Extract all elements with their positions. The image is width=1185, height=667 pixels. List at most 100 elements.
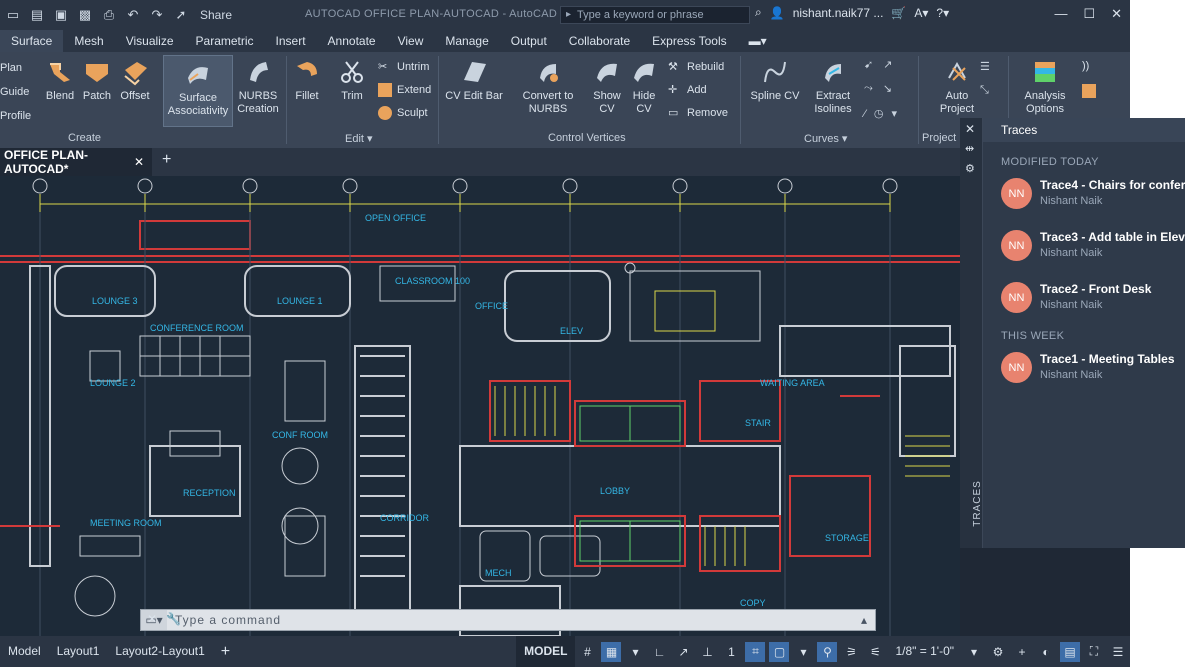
tab-manage[interactable]: Manage xyxy=(434,30,499,52)
annotation-auto-icon[interactable]: ⚟ xyxy=(865,642,885,662)
patch-button[interactable]: Patch xyxy=(80,58,114,103)
plus-icon[interactable]: + xyxy=(1012,642,1032,662)
dropdown-icon[interactable]: ▾ xyxy=(793,642,813,662)
surface-associativity-button[interactable]: Surface Associativity xyxy=(163,55,233,127)
auto-hide-icon[interactable]: ⇹ xyxy=(965,142,974,155)
curve-tool-icon[interactable]: ↗ xyxy=(883,58,892,71)
tab-collaborate[interactable]: Collaborate xyxy=(558,30,641,52)
model-layout-tab[interactable]: Model xyxy=(0,636,49,667)
object-snap-icon[interactable]: ⌗ xyxy=(745,641,766,662)
grid-icon[interactable]: # xyxy=(577,642,597,662)
profile-button[interactable]: Profile xyxy=(0,110,31,122)
layout2-tab[interactable]: Layout2-Layout1 xyxy=(107,636,212,667)
trace-item[interactable]: NN Trace4 - Chairs for conference Nishan… xyxy=(983,168,1185,220)
redo-icon[interactable]: ↷ xyxy=(148,6,166,24)
tab-annotate[interactable]: Annotate xyxy=(317,30,387,52)
snap-dropdown-icon[interactable]: ▾ xyxy=(625,642,645,662)
gear-icon[interactable]: ⚙ xyxy=(988,642,1008,662)
remove-cv-button[interactable]: ▭ Remove xyxy=(668,106,728,120)
save-icon[interactable]: ▣ xyxy=(52,6,70,24)
maximize-icon[interactable]: ☐ xyxy=(1083,6,1095,22)
visibility-icon[interactable]: ⚞ xyxy=(841,642,861,662)
extend-button[interactable]: Extend xyxy=(378,83,431,97)
sculpt-button[interactable]: Sculpt xyxy=(378,106,428,120)
trace-item[interactable]: NN Trace3 - Add table in Elevator Nishan… xyxy=(983,220,1185,272)
close-icon[interactable]: ✕ xyxy=(1111,6,1122,22)
show-cv-button[interactable]: Show CV xyxy=(588,58,626,116)
annotation-icon[interactable]: ▢ xyxy=(769,641,790,662)
count-value[interactable]: 1 xyxy=(721,642,741,662)
annotation-scale-value[interactable]: 1/8" = 1'-0" xyxy=(887,636,962,667)
blend-button[interactable]: Blend xyxy=(40,58,80,103)
auto-project-button[interactable]: Auto Project xyxy=(938,58,976,116)
share-button[interactable]: Share xyxy=(200,8,232,22)
untrim-button[interactable]: ✂ Untrim xyxy=(378,60,429,74)
open-file-icon[interactable]: ▤ xyxy=(28,6,46,24)
command-expand-icon[interactable]: ▴ xyxy=(861,613,867,627)
curve-tool-icon[interactable]: ▾ xyxy=(891,107,897,120)
trim-button[interactable]: Trim xyxy=(334,58,370,103)
add-layout-icon[interactable]: + xyxy=(213,636,238,667)
autodesk-app-icon[interactable]: A▾ xyxy=(914,6,928,20)
cart-icon[interactable]: 🛒 xyxy=(891,6,906,20)
save-as-icon[interactable]: ▩ xyxy=(76,6,94,24)
curve-tool-icon[interactable]: ◷ xyxy=(874,107,884,120)
close-tab-icon[interactable]: ✕ xyxy=(134,155,144,169)
isodraft-icon[interactable]: ⊥ xyxy=(697,642,717,662)
hide-cv-button[interactable]: Hide CV xyxy=(626,58,662,116)
keyword-search-input[interactable]: Type a keyword or phrase xyxy=(560,6,750,24)
palette-settings-icon[interactable]: ⚙ xyxy=(965,162,975,175)
hardware-acceleration-icon[interactable]: ▤ xyxy=(1060,641,1080,662)
rebuild-button[interactable]: ⚒ Rebuild xyxy=(668,60,724,74)
tab-visualize[interactable]: Visualize xyxy=(115,30,185,52)
tab-view[interactable]: View xyxy=(387,30,435,52)
tab-insert[interactable]: Insert xyxy=(265,30,317,52)
polar-icon[interactable]: ↗ xyxy=(673,642,693,662)
new-tab-button[interactable]: + xyxy=(162,151,171,169)
tab-office-plan[interactable]: OFFICE PLAN-AUTOCAD* ✕ xyxy=(0,148,152,176)
print-icon[interactable]: ⎙ xyxy=(100,6,118,24)
command-input[interactable]: Type a command xyxy=(175,613,281,627)
minimize-icon[interactable]: — xyxy=(1054,6,1067,22)
ortho-icon[interactable]: ∟ xyxy=(649,642,669,662)
trace-item[interactable]: NN Trace2 - Front Desk Nishant Naik xyxy=(983,272,1185,324)
extract-isolines-button[interactable]: Extract Isolines xyxy=(808,58,858,116)
snap-icon[interactable]: ▦ xyxy=(601,641,622,662)
clean-screen-icon[interactable]: ⛶ xyxy=(1084,642,1104,662)
add-cv-button[interactable]: ✛ Add xyxy=(668,83,707,97)
isolate-icon[interactable]: ◐ xyxy=(1036,642,1056,662)
help-icon[interactable]: ?▾ xyxy=(936,6,949,20)
analysis-options-button[interactable]: Analysis Options xyxy=(1018,58,1072,116)
customize-wrench-icon[interactable]: 🔧 xyxy=(166,612,181,626)
project-tool-icon[interactable]: ⤡ xyxy=(980,84,989,97)
analysis-tool-icon[interactable]: )) xyxy=(1082,60,1089,72)
model-space-button[interactable]: MODEL xyxy=(516,636,576,667)
curve-tool-icon[interactable]: ⁄ xyxy=(864,108,866,120)
layout1-tab[interactable]: Layout1 xyxy=(49,636,108,667)
convert-to-nurbs-button[interactable]: Convert to NURBS xyxy=(516,58,580,116)
tab-parametric[interactable]: Parametric xyxy=(185,30,265,52)
new-file-icon[interactable]: ▭ xyxy=(4,6,22,24)
tab-surface[interactable]: Surface xyxy=(0,30,64,52)
user-name[interactable]: nishant.naik77 ... xyxy=(793,6,884,20)
offset-button[interactable]: Offset xyxy=(115,58,155,103)
curve-tool-icon[interactable]: ↘ xyxy=(883,82,892,95)
curve-tool-icon[interactable]: ⤳ xyxy=(864,82,873,95)
undo-icon[interactable]: ↶ xyxy=(124,6,142,24)
curve-tool-icon[interactable]: ➹ xyxy=(864,58,873,71)
customize-icon[interactable]: ☰ xyxy=(1108,642,1128,662)
user-icon[interactable]: 👤 xyxy=(770,6,785,20)
drawing-canvas[interactable]: LOUNGE 3 LOUNGE 1 CONFERENCE ROOM LOUNGE… xyxy=(0,176,960,636)
close-command-icon[interactable]: ✕ xyxy=(147,612,157,626)
spline-cv-button[interactable]: Spline CV xyxy=(746,58,804,103)
tab-output[interactable]: Output xyxy=(500,30,558,52)
scale-dropdown-icon[interactable]: ▾ xyxy=(964,642,984,662)
panel-toggle-icon[interactable]: ▬▾ xyxy=(738,30,778,52)
search-icon[interactable]: ⌕ xyxy=(755,5,762,20)
close-palette-icon[interactable]: ✕ xyxy=(965,122,975,136)
fillet-button[interactable]: Fillet xyxy=(290,58,324,103)
guide-button[interactable]: Guide xyxy=(0,86,29,98)
nurbs-creation-button[interactable]: NURBS Creation xyxy=(234,58,282,116)
command-line[interactable]: ▭▾ Type a command ▴ xyxy=(140,609,876,631)
annotation-scale-icon[interactable]: ⚲ xyxy=(817,641,838,662)
